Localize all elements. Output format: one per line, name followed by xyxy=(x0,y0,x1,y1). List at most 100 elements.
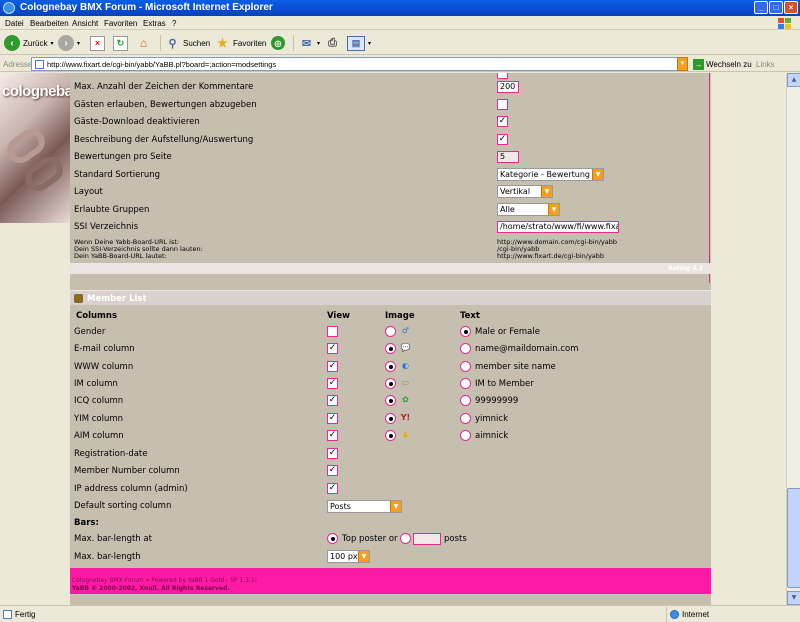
scroll-up-button[interactable]: ▲ xyxy=(787,73,800,87)
regdate-view-checkbox[interactable]: ✓ xyxy=(327,448,338,459)
allowed-groups-value: Alle xyxy=(500,205,515,214)
checkbox-partial[interactable] xyxy=(497,73,508,79)
menu-bar: Datei Bearbeiten Ansicht Favoriten Extra… xyxy=(0,16,800,30)
go-label: Wechseln zu xyxy=(706,59,752,69)
forum-logo-text: colognebay xyxy=(2,83,81,100)
default-sort-value: Kategorie - Bewertung xyxy=(500,170,590,179)
search-button[interactable]: ⚲ Suchen xyxy=(165,34,210,52)
sorting-label: Default sorting column xyxy=(74,501,172,511)
allowed-groups-select[interactable]: Alle ▼ xyxy=(497,203,560,216)
default-sorting-select[interactable]: Posts ▼ xyxy=(327,500,402,513)
gender-image-radio[interactable] xyxy=(385,326,396,337)
im-image-radio[interactable] xyxy=(385,378,396,389)
www-image-radio[interactable] xyxy=(385,361,396,372)
description-checkbox[interactable]: ✓ xyxy=(497,134,508,145)
aim-view-checkbox[interactable]: ✓ xyxy=(327,430,338,441)
page-viewport: colognebay Max. Anzahl der Zeichen der K… xyxy=(0,73,786,605)
print-icon: ⎙ xyxy=(328,36,337,49)
go-button[interactable]: → Wechseln zu xyxy=(693,57,752,71)
close-button[interactable]: × xyxy=(784,1,798,14)
security-zone: Internet xyxy=(666,607,799,622)
menu-tools[interactable]: Extras xyxy=(143,19,166,28)
scroll-down-button[interactable]: ▼ xyxy=(787,591,800,605)
email-view-checkbox[interactable]: ✓ xyxy=(327,343,338,354)
column-label: YIM column xyxy=(74,414,124,424)
mail-button[interactable]: ✉ ▾ xyxy=(299,34,320,52)
address-bar: Adresse http://www.fixart.de/cgi-bin/yab… xyxy=(0,56,800,72)
max-bar-length-select[interactable]: 100 px ▼ xyxy=(327,550,370,563)
posts-count-input[interactable] xyxy=(413,533,441,545)
edit-button[interactable]: ▤ ▾ xyxy=(347,34,371,52)
menu-file[interactable]: Datei xyxy=(5,19,24,28)
icq-image-radio[interactable] xyxy=(385,395,396,406)
home-button[interactable]: ⌂ xyxy=(136,34,151,52)
media-button[interactable]: ◎ xyxy=(271,34,285,52)
guest-rating-checkbox[interactable] xyxy=(497,99,508,110)
im-text-sample: IM to Member xyxy=(475,379,534,389)
column-label: E-mail column xyxy=(74,344,135,354)
ssi-directory-input[interactable]: /home/strato/www/fi/www.fixa xyxy=(497,221,619,233)
gender-text-radio[interactable] xyxy=(460,326,471,337)
menu-favorites[interactable]: Favoriten xyxy=(104,19,137,28)
menu-view[interactable]: Ansicht xyxy=(72,19,98,28)
column-label: ICQ column xyxy=(74,396,124,406)
setting-label: Gäste-Download deaktivieren xyxy=(74,117,200,127)
yim-text-radio[interactable] xyxy=(460,413,471,424)
scroll-thumb[interactable] xyxy=(787,488,800,588)
menu-edit[interactable]: Bearbeiten xyxy=(30,19,69,28)
member-number-view-checkbox[interactable]: ✓ xyxy=(327,465,338,476)
stop-button[interactable]: × xyxy=(90,34,105,52)
yim-image-radio[interactable] xyxy=(385,413,396,424)
settings-panel: Max. Anzahl der Zeichen der Kommentare 2… xyxy=(70,73,711,605)
top-poster-radio[interactable] xyxy=(327,533,338,544)
im-icon: ▭ xyxy=(401,378,410,387)
stop-icon: × xyxy=(90,35,105,51)
yim-view-checkbox[interactable]: ✓ xyxy=(327,413,338,424)
layout-select[interactable]: Vertikal ▼ xyxy=(497,185,553,198)
default-sort-select[interactable]: Kategorie - Bewertung ▼ xyxy=(497,168,604,181)
favorites-label: Favoriten xyxy=(233,38,267,48)
email-text-sample: name@maildomain.com xyxy=(475,344,579,354)
maximize-button[interactable]: □ xyxy=(769,1,783,14)
icq-view-checkbox[interactable]: ✓ xyxy=(327,395,338,406)
ip-address-view-checkbox[interactable]: ✓ xyxy=(327,483,338,494)
search-icon: ⚲ xyxy=(168,37,177,50)
links-button[interactable]: Links xyxy=(756,60,775,69)
section-divider: Rating 4.3 xyxy=(70,263,711,274)
im-view-checkbox[interactable]: ✓ xyxy=(327,378,338,389)
back-button[interactable]: ‹ Zurück ▾ xyxy=(4,34,53,52)
posts-radio[interactable] xyxy=(400,533,411,544)
members-icon xyxy=(74,294,83,303)
guest-download-checkbox[interactable]: ✓ xyxy=(497,116,508,127)
address-dropdown-button[interactable]: ▼ xyxy=(677,57,688,71)
minimize-button[interactable]: _ xyxy=(754,1,768,14)
setting-label: SSI Verzeichnis xyxy=(74,222,139,232)
aim-text-radio[interactable] xyxy=(460,430,471,441)
gender-view-checkbox[interactable] xyxy=(327,326,338,337)
setting-label: Erlaubte Gruppen xyxy=(74,205,150,215)
max-comment-chars-input[interactable]: 200 xyxy=(497,81,519,93)
email-text-radio[interactable] xyxy=(460,343,471,354)
email-image-radio[interactable] xyxy=(385,343,396,354)
icq-text-radio[interactable] xyxy=(460,395,471,406)
print-button[interactable]: ⎙ xyxy=(325,34,340,52)
forward-button[interactable]: › ▾ xyxy=(58,34,80,52)
menu-help[interactable]: ? xyxy=(172,19,176,28)
setting-label: Standard Sortierung xyxy=(74,170,161,180)
im-text-radio[interactable] xyxy=(460,378,471,389)
ratings-per-page-input[interactable]: 5 xyxy=(497,151,519,163)
footer-copyright: YaBB © 2000-2002, Xnull. All Rights Rese… xyxy=(72,585,230,592)
aim-image-radio[interactable] xyxy=(385,430,396,441)
setting-label: Bewertungen pro Seite xyxy=(74,152,172,162)
globe-icon xyxy=(670,610,679,619)
www-view-checkbox[interactable]: ✓ xyxy=(327,361,338,372)
yim-text-sample: yimnick xyxy=(475,414,509,424)
aim-text-sample: aimnick xyxy=(475,431,509,441)
favorites-button[interactable]: ★ Favoriten xyxy=(215,34,266,52)
refresh-button[interactable]: ↻ xyxy=(113,34,128,52)
search-label: Suchen xyxy=(183,38,211,48)
icq-icon: ✿ xyxy=(402,395,409,404)
address-input[interactable]: http://www.fixart.de/cgi-bin/yabb/YaBB.p… xyxy=(31,57,688,71)
vertical-scrollbar[interactable]: ▲ ▼ xyxy=(786,73,800,605)
www-text-radio[interactable] xyxy=(460,361,471,372)
